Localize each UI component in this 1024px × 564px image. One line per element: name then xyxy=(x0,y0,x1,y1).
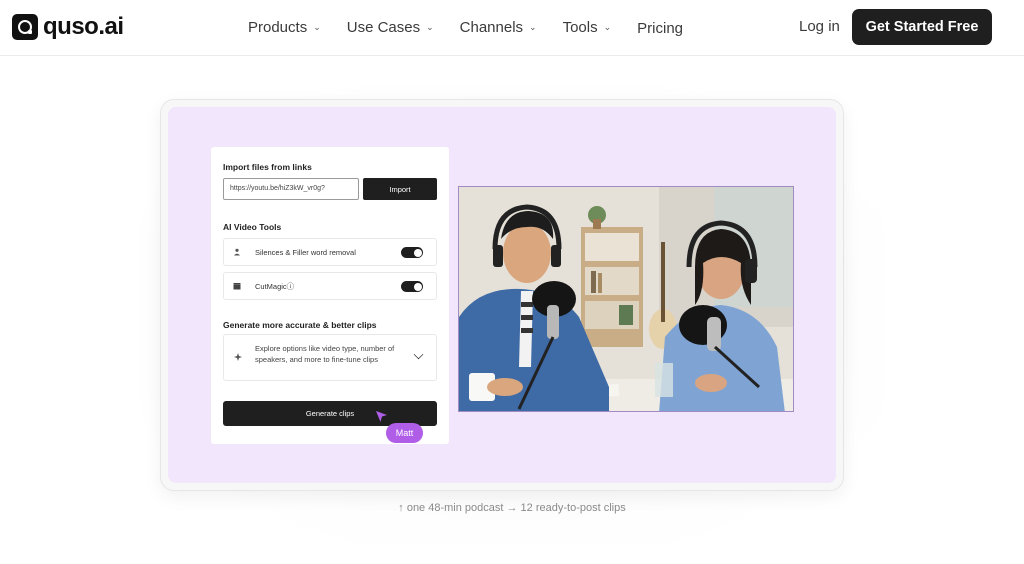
clapper-icon xyxy=(233,282,241,290)
nav-item-label: Channels xyxy=(459,19,524,36)
person-icon xyxy=(233,248,241,256)
nav-item-channels[interactable]: Channels ⌄ xyxy=(460,19,537,36)
cursor-pointer-icon xyxy=(376,411,387,422)
chevron-down-icon: ⌄ xyxy=(529,22,537,32)
nav-item-use-cases[interactable]: Use Cases ⌄ xyxy=(347,19,434,36)
get-started-button[interactable]: Get Started Free xyxy=(852,9,992,45)
logo-mark-icon xyxy=(12,14,38,40)
ai-tools-title: AI Video Tools xyxy=(223,222,282,232)
nav-item-tools[interactable]: Tools ⌄ xyxy=(563,19,612,36)
login-link[interactable]: Log in xyxy=(799,18,840,35)
nav-item-products[interactable]: Products ⌄ xyxy=(248,19,321,36)
podcast-video-preview[interactable] xyxy=(458,186,794,412)
nav-item-label: Tools xyxy=(562,19,598,36)
cutmagic-toggle[interactable] xyxy=(401,281,423,292)
chevron-down-icon: ⌄ xyxy=(426,22,434,32)
nav-item-label: Pricing xyxy=(637,20,684,37)
import-button[interactable]: Import xyxy=(363,178,437,200)
import-section-title: Import files from links xyxy=(223,162,312,172)
nav-item-label: Products xyxy=(248,19,308,36)
podcast-scene-image xyxy=(459,187,793,411)
collaborator-cursor-tag: Matt xyxy=(386,423,423,443)
tool-label: Silences & Filler word removal xyxy=(255,247,356,257)
sparkle-icon xyxy=(234,353,242,363)
brand-logo[interactable]: quso.ai xyxy=(12,13,124,41)
tool-cutmagic: CutMagicⓘ xyxy=(223,272,437,300)
url-input[interactable]: https://youtu.be/hiZ3kW_vr0g? xyxy=(223,178,359,200)
clip-options-text: Explore options like video type, number … xyxy=(255,344,395,364)
silence-removal-toggle[interactable] xyxy=(401,247,423,258)
top-navbar: quso.ai Products ⌄ Use Cases ⌄ Channels … xyxy=(0,0,1024,56)
brand-name: quso.ai xyxy=(43,13,124,40)
tool-label: CutMagicⓘ xyxy=(255,281,295,291)
clip-options-dropdown[interactable]: Explore options like video type, number … xyxy=(223,334,437,381)
nav-item-pricing[interactable]: Pricing xyxy=(637,20,683,37)
nav-item-label: Use Cases xyxy=(346,19,421,36)
chevron-down-icon: ⌄ xyxy=(313,22,321,32)
chevron-down-icon xyxy=(413,349,424,360)
demo-caption: ↑ one 48-min podcast → 12 ready-to-post … xyxy=(398,502,626,514)
chevron-down-icon: ⌄ xyxy=(603,22,612,32)
generate-options-title: Generate more accurate & better clips xyxy=(223,320,377,330)
main-menu: Products ⌄ Use Cases ⌄ Channels ⌄ Tools … xyxy=(248,18,709,37)
tool-silence-removal: Silences & Filler word removal xyxy=(223,238,437,266)
